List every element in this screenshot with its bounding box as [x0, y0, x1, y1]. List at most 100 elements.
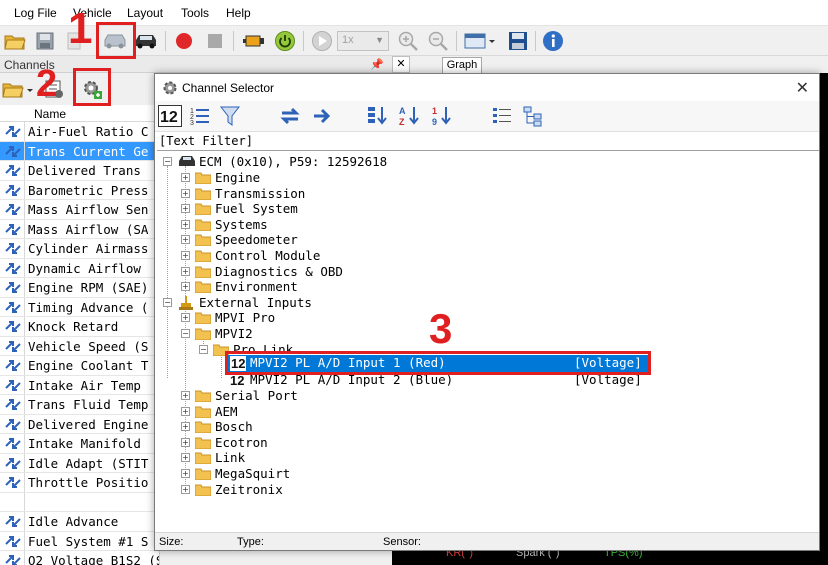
expand-icon[interactable]: +: [181, 173, 190, 182]
menu-tools[interactable]: Tools: [181, 6, 209, 20]
expand-icon[interactable]: +: [181, 453, 190, 463]
channel-row[interactable]: O2 Voltage B1S2 (SAE): [0, 551, 159, 565]
move-right-icon[interactable]: [310, 104, 334, 128]
car-icon[interactable]: [133, 29, 157, 53]
folder-label: Serial Port: [215, 388, 298, 403]
channel-name: Throttle Positio: [28, 475, 149, 490]
channel-row[interactable]: Intake Air Temp: [0, 375, 159, 395]
column-name-header[interactable]: Name: [34, 107, 66, 121]
tree-hierarchy-icon[interactable]: [521, 104, 545, 128]
channel-row[interactable]: Fuel System #1 S: [0, 531, 159, 551]
pin-icon[interactable]: 📌: [370, 58, 384, 71]
save-layout-icon[interactable]: [506, 29, 530, 53]
channel-row[interactable]: Intake Manifold: [0, 434, 159, 454]
zoom-select[interactable]: 1x ▼: [337, 31, 389, 51]
expand-icon[interactable]: +: [181, 406, 190, 416]
expand-icon[interactable]: +: [181, 188, 190, 198]
engine-icon[interactable]: [242, 29, 266, 53]
close-icon[interactable]: ✕: [392, 56, 410, 73]
expand-icon[interactable]: +: [181, 313, 190, 322]
expand-icon[interactable]: +: [181, 484, 190, 494]
layout-icon[interactable]: [463, 29, 497, 53]
expand-icon[interactable]: +: [181, 235, 190, 245]
sort-numeric-icon[interactable]: 19: [430, 104, 454, 128]
channel-row[interactable]: Knock Retard: [0, 317, 159, 337]
power-icon[interactable]: [273, 29, 297, 53]
save-icon[interactable]: [33, 29, 57, 53]
folder-label: Zeitronix: [215, 481, 283, 497]
channel-row[interactable]: Engine RPM (SAE): [0, 278, 159, 298]
channel-row[interactable]: Delivered Engine: [0, 414, 159, 434]
swap-arrows-icon[interactable]: [278, 104, 302, 128]
channel-row[interactable]: Barometric Press: [0, 180, 159, 200]
channel-row[interactable]: Mass Airflow Sen: [0, 200, 159, 220]
filter-icon[interactable]: [218, 104, 242, 128]
tree-list-icon[interactable]: [490, 104, 514, 128]
menu-help[interactable]: Help: [226, 6, 251, 20]
channel-row[interactable]: Delivered Trans: [0, 161, 159, 181]
collapse-icon[interactable]: −: [181, 329, 190, 338]
channel-row[interactable]: Engine Coolant T: [0, 356, 159, 376]
swap-arrows-icon: [4, 418, 22, 431]
row-divider: [24, 180, 25, 199]
open-channel-folder-icon[interactable]: [2, 77, 34, 101]
svg-text:1: 1: [432, 106, 437, 116]
text-filter-input[interactable]: [Text Filter]: [157, 133, 819, 151]
menu-log-file[interactable]: Log File: [14, 6, 57, 20]
row-divider: [24, 122, 25, 141]
numbered-list-icon[interactable]: 123: [188, 104, 212, 128]
expand-icon[interactable]: +: [181, 251, 190, 260]
channel-row[interactable]: [0, 492, 159, 512]
tree-connector: [167, 166, 168, 378]
expand-icon[interactable]: +: [181, 437, 190, 447]
channel-row[interactable]: Cylinder Airmass: [0, 239, 159, 259]
numeric-view-icon[interactable]: 12: [158, 104, 182, 128]
expand-icon[interactable]: +: [181, 219, 190, 229]
folder-label: Bosch: [215, 419, 253, 435]
play-icon[interactable]: [310, 29, 334, 53]
folder-label: MegaSquirt: [215, 466, 291, 481]
open-folder-icon[interactable]: [3, 29, 27, 53]
row-divider: [24, 473, 25, 492]
channel-row[interactable]: Idle Advance: [0, 512, 159, 532]
menu-layout[interactable]: Layout: [127, 6, 163, 20]
channel-row[interactable]: Idle Adapt (STIT: [0, 453, 159, 473]
channel-list-header: Name: [0, 105, 159, 122]
collapse-icon[interactable]: −: [163, 298, 172, 307]
tree-connector: [221, 354, 222, 378]
channel-row[interactable]: Vehicle Speed (S: [0, 336, 159, 356]
channel-row[interactable]: Timing Advance (: [0, 297, 159, 317]
folder-label: Diagnostics & OBD: [215, 263, 343, 279]
record-icon[interactable]: [172, 29, 196, 53]
expand-icon[interactable]: +: [181, 422, 190, 432]
channel-row[interactable]: Trans Fluid Temp: [0, 395, 159, 415]
expand-icon[interactable]: +: [181, 469, 190, 478]
channel-name: Trans Fluid Temp: [28, 397, 149, 412]
channel-row[interactable]: Throttle Positio: [0, 473, 159, 493]
sort-alpha-icon[interactable]: AZ: [398, 104, 422, 128]
channel-name: Intake Manifold: [28, 436, 141, 451]
channel-name: Mass Airflow Sen: [28, 202, 149, 217]
collapse-icon[interactable]: −: [199, 345, 208, 354]
zoom-out-icon[interactable]: [426, 29, 450, 53]
expand-icon[interactable]: +: [181, 282, 190, 292]
channel-row[interactable]: Air-Fuel Ratio C: [0, 122, 159, 142]
folder-icon: [194, 421, 212, 434]
channel-name: Mass Airflow (SA: [28, 221, 149, 237]
channel-row[interactable]: Trans Current Ge: [0, 141, 159, 161]
collapse-icon[interactable]: −: [163, 157, 172, 166]
zoom-in-icon[interactable]: [396, 29, 420, 53]
channel-name: Dynamic Airflow: [28, 260, 141, 276]
expand-icon[interactable]: +: [181, 391, 190, 400]
dialog-close-icon[interactable]: ✕: [796, 78, 809, 98]
folder-label: Environment: [215, 279, 298, 295]
expand-icon[interactable]: +: [181, 266, 190, 276]
expand-icon[interactable]: +: [181, 204, 190, 214]
tab-graph[interactable]: Graph: [442, 57, 482, 73]
folder-icon: [194, 484, 212, 497]
info-icon[interactable]: [541, 29, 565, 53]
sort-icon[interactable]: [366, 104, 390, 128]
channel-row[interactable]: Mass Airflow (SA: [0, 219, 159, 239]
channel-row[interactable]: Dynamic Airflow: [0, 258, 159, 278]
stop-icon[interactable]: [203, 29, 227, 53]
